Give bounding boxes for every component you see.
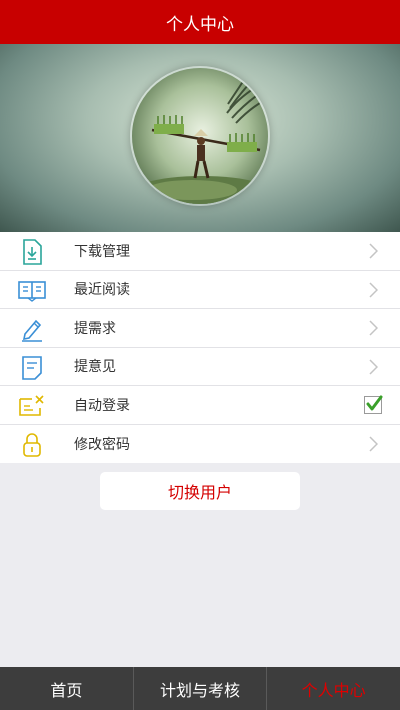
note-icon [18,355,46,381]
download-file-icon [18,239,46,265]
chevron-right-icon [369,243,378,259]
menu-item-label: 自动登录 [74,397,130,414]
menu-item-label: 最近阅读 [74,282,130,299]
checkmark-icon [366,395,383,411]
menu-item-feedback[interactable]: 提意见 [0,348,400,386]
menu-item-label: 下载管理 [74,243,130,260]
pen-icon [18,316,46,342]
tab-home[interactable]: 首页 [0,667,133,710]
menu-item-download-manager[interactable]: 下载管理 [0,232,400,271]
chevron-right-icon [369,281,378,298]
menu-item-label: 提意见 [74,359,116,376]
menu-item-recent-reading[interactable]: 最近阅读 [0,271,400,309]
page-title: 个人中心 [166,14,234,35]
chevron-right-icon [369,320,378,336]
menu-item-change-password[interactable]: 修改密码 [0,425,400,464]
lock-icon [18,432,46,458]
switch-user-button[interactable]: 切换用户 [100,472,300,510]
menu-item-label: 修改密码 [74,436,130,453]
avatar-photo [132,68,268,204]
chevron-right-icon [369,435,378,452]
tab-plan-assessment[interactable]: 计划与考核 [132,667,267,710]
auto-login-icon [18,393,46,419]
bottom-tab-bar: 首页 计划与考核 个人中心 [0,667,400,710]
avatar[interactable] [130,66,270,206]
menu-item-label: 提需求 [74,320,116,337]
menu-item-submit-request[interactable]: 提需求 [0,309,400,348]
settings-menu: 下载管理 最近阅读 提需求 提意见 自动登录 修改密码 [0,232,400,463]
chevron-right-icon [369,358,378,375]
menu-item-auto-login[interactable]: 自动登录 [0,386,400,425]
header-bar: 个人中心 [0,0,400,44]
open-book-icon [18,278,46,304]
tab-personal-center[interactable]: 个人中心 [266,667,400,710]
auto-login-checkbox[interactable] [364,395,383,414]
profile-banner [0,44,400,232]
